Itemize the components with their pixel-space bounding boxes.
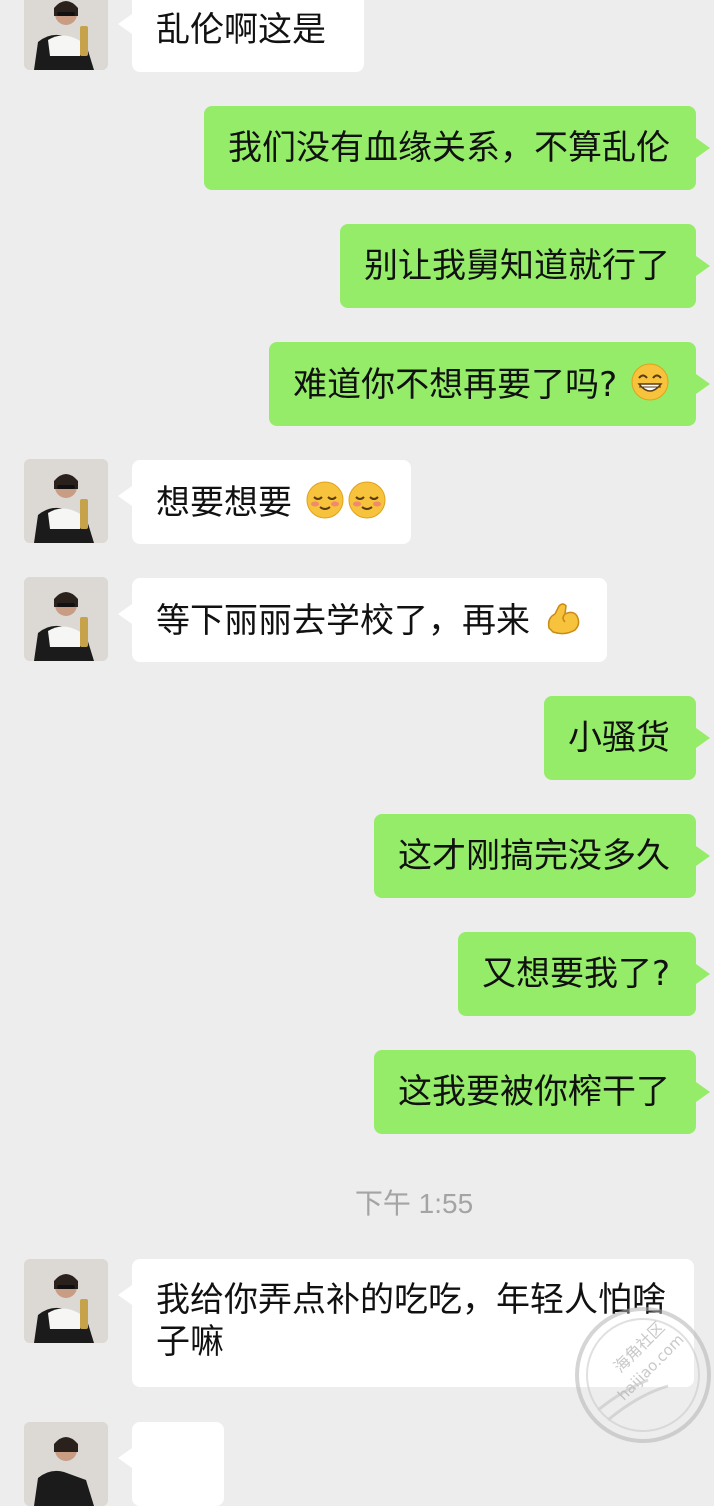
avatar-photo-icon bbox=[24, 577, 108, 661]
avatar-photo-icon bbox=[24, 459, 108, 543]
avatar-photo-icon bbox=[24, 0, 108, 70]
watermark-stamp-icon: 海角社区 haijiao.com bbox=[575, 1307, 711, 1443]
message-text: 我们没有血缘关系，不算乱伦 bbox=[228, 128, 670, 168]
contact-avatar[interactable] bbox=[24, 459, 108, 543]
contact-avatar[interactable] bbox=[24, 577, 108, 661]
message-bubble-outgoing[interactable]: 又想要我了? bbox=[457, 932, 711, 1016]
message-bubble-incoming[interactable]: 想要想要 bbox=[118, 460, 411, 544]
message-timestamp: 下午 1:55 bbox=[354, 1188, 474, 1219]
message-text: 难道你不想再要了吗? bbox=[293, 365, 618, 405]
message-bubble-outgoing[interactable]: 这才刚搞完没多久 bbox=[374, 814, 710, 898]
flex-emoji-icon bbox=[547, 603, 580, 635]
message-bubble-outgoing[interactable]: 难道你不想再要了吗? bbox=[269, 342, 710, 426]
contact-avatar[interactable] bbox=[24, 0, 108, 70]
message-bubble-incoming[interactable] bbox=[118, 1422, 224, 1506]
shy-emoji-icon bbox=[306, 481, 344, 519]
grin-emoji-icon bbox=[631, 363, 669, 401]
message-text: 等下丽丽去学校了，再来 bbox=[156, 601, 530, 641]
message-text: 想要想要 bbox=[156, 483, 292, 523]
message-text: 小骚货 bbox=[568, 718, 670, 758]
message-bubble-outgoing[interactable]: 小骚货 bbox=[544, 696, 710, 780]
message-text: 这我要被你榨干了 bbox=[398, 1072, 670, 1112]
message-bubble-incoming[interactable]: 乱伦啊这是 bbox=[118, 0, 364, 72]
message-bubble-outgoing[interactable]: 我们没有血缘关系，不算乱伦 bbox=[204, 106, 710, 190]
avatar-photo-icon bbox=[24, 1259, 108, 1343]
contact-avatar[interactable] bbox=[24, 1259, 108, 1343]
message-text: 乱伦啊这是 bbox=[156, 10, 326, 50]
message-text: 又想要我了? bbox=[481, 954, 670, 994]
contact-avatar[interactable] bbox=[24, 1422, 108, 1506]
message-bubble-outgoing[interactable]: 这我要被你榨干了 bbox=[374, 1050, 710, 1134]
avatar-photo-icon bbox=[24, 1422, 108, 1506]
message-text: 这才刚搞完没多久 bbox=[398, 836, 670, 876]
message-text: 别让我舅知道就行了 bbox=[364, 246, 670, 286]
message-bubble-outgoing[interactable]: 别让我舅知道就行了 bbox=[340, 224, 710, 308]
message-bubble-incoming[interactable]: 等下丽丽去学校了，再来 bbox=[118, 578, 607, 662]
shy-emoji-icon bbox=[348, 481, 386, 519]
